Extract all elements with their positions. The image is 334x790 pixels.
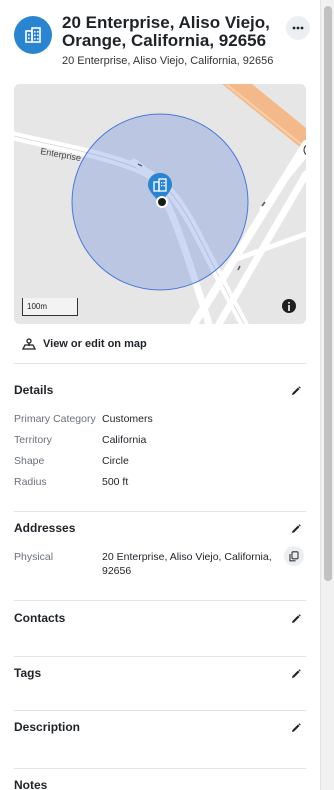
map-person-icon (22, 338, 36, 350)
divider (14, 768, 306, 769)
copy-icon (289, 550, 299, 562)
details-edit-button[interactable] (290, 384, 304, 398)
tags-edit-button[interactable] (290, 667, 304, 681)
vertical-scrollbar[interactable] (320, 0, 334, 790)
copy-address-button[interactable] (284, 546, 304, 566)
shape-label: Shape (14, 455, 45, 467)
radius-label: Radius (14, 476, 47, 488)
shape-value: Circle (102, 455, 129, 467)
addresses-section-title: Addresses (14, 521, 76, 535)
divider (14, 710, 306, 711)
building-icon (14, 16, 52, 54)
radius-value: 500 ft (102, 476, 129, 488)
page-title: 20 Enterprise, Aliso Viejo, Orange, Cali… (62, 13, 270, 50)
territory-value: California (102, 434, 147, 446)
map-scale-label: 100m (27, 302, 48, 311)
notes-section-title: Notes (14, 778, 48, 790)
addresses-edit-button[interactable] (290, 522, 304, 536)
contacts-section-title: Contacts (14, 611, 66, 625)
description-edit-button[interactable] (290, 721, 304, 735)
physical-address-value: 20 Enterprise, Aliso Viejo, California, … (102, 551, 272, 577)
divider (14, 656, 306, 657)
divider (14, 600, 306, 601)
primary-category-label: Primary Category (14, 413, 96, 425)
territory-label: Territory (14, 434, 52, 446)
map-view[interactable]: Enterprise 100m (14, 84, 306, 324)
view-edit-on-map-label: View or edit on map (43, 338, 147, 350)
pencil-icon (290, 667, 302, 684)
details-section-title: Details (14, 383, 54, 397)
pencil-icon (290, 612, 302, 629)
page-subtitle: 20 Enterprise, Aliso Viejo, California, … (62, 55, 274, 67)
divider (14, 511, 306, 512)
pencil-icon (290, 384, 302, 401)
contacts-edit-button[interactable] (290, 612, 304, 626)
scrollbar-thumb[interactable] (324, 6, 332, 581)
pencil-icon (290, 522, 302, 539)
pencil-icon (290, 721, 302, 738)
more-horizontal-icon (292, 26, 304, 30)
view-edit-on-map-button[interactable]: View or edit on map (22, 334, 147, 354)
description-section-title: Description (14, 720, 81, 734)
map-scale-bar: 100m (22, 298, 78, 316)
divider (14, 363, 306, 364)
tags-section-title: Tags (14, 666, 42, 680)
more-options-button[interactable] (286, 16, 310, 40)
pin-anchor-icon (156, 196, 168, 208)
primary-category-value: Customers (102, 413, 153, 425)
physical-address-label: Physical (14, 551, 54, 563)
info-icon[interactable] (282, 299, 296, 313)
location-details-panel: 20 Enterprise, Aliso Viejo, Orange, Cali… (0, 0, 320, 790)
